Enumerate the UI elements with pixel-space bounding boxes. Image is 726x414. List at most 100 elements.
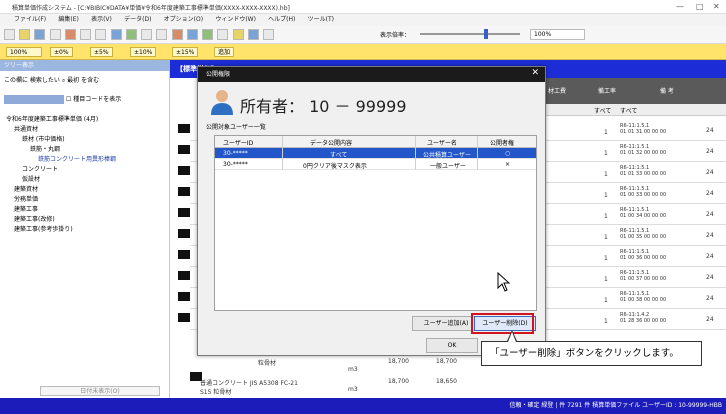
row-number: 24 bbox=[706, 295, 714, 302]
filter-icon[interactable] bbox=[232, 29, 244, 40]
grid-icon[interactable] bbox=[186, 29, 198, 40]
rate-chip-5[interactable]: ±5% bbox=[90, 47, 113, 57]
filter-row: すべて すべて bbox=[540, 104, 726, 116]
row-number: 24 bbox=[706, 169, 714, 176]
col-user-name[interactable]: ユーザー名 bbox=[427, 138, 457, 147]
row-note-date: 01 00 38 00 00 00 bbox=[620, 297, 667, 303]
menu-data[interactable]: データ(D) bbox=[124, 14, 151, 26]
row-note-cell: R6-11:1.5.1 01 00 34 00 00 00 bbox=[620, 207, 700, 219]
new-file-icon[interactable] bbox=[4, 29, 15, 40]
minimize-button[interactable]: — bbox=[676, 2, 684, 11]
row-note-cell: R6-11:1.5.1 01 01 33 00 00 00 bbox=[620, 165, 700, 177]
tree-panel-header: ツリー表示 bbox=[0, 60, 170, 71]
row-note-date: 01 01 32 00 00 00 bbox=[620, 150, 667, 156]
tree-search-button[interactable]: 最初 bbox=[67, 77, 79, 84]
save-icon[interactable] bbox=[34, 29, 46, 40]
menu-options[interactable]: オプション(O) bbox=[164, 14, 203, 26]
add-user-button[interactable]: ユーザー追加(A) bbox=[412, 316, 480, 331]
mouse-cursor-icon bbox=[497, 272, 511, 292]
tree-item[interactable]: 建築工事(改修) bbox=[6, 215, 116, 225]
tree-search-mode[interactable]: を含む bbox=[81, 77, 99, 84]
menu-tools[interactable]: ツール(T) bbox=[308, 14, 334, 26]
owner-label: 所有者： 10 － 99999 bbox=[240, 97, 407, 116]
menu-help[interactable]: ヘルプ(H) bbox=[268, 14, 295, 26]
tree-toolbar-icons[interactable] bbox=[4, 95, 64, 104]
rate-chip-0[interactable]: ±0% bbox=[50, 47, 73, 57]
settings-icon[interactable] bbox=[262, 29, 274, 40]
export-icon[interactable] bbox=[247, 29, 259, 40]
tree-item[interactable]: コンクリート bbox=[6, 165, 116, 175]
tree-view: 令和6年度建築工事標準単価 (4月) 共通資材 鉄材 (市中価格) 鉄筋・丸鋼 … bbox=[6, 115, 116, 235]
row-count: 1 bbox=[604, 213, 608, 220]
tree-item[interactable]: 労務単価 bbox=[6, 195, 116, 205]
print-icon[interactable] bbox=[49, 29, 61, 40]
col-perm[interactable]: 公開者権 bbox=[490, 138, 514, 147]
row-note-cell: R6-11:1.5.1 01 01 32 00 00 00 bbox=[620, 144, 700, 156]
tree-item[interactable]: 鉄材 (市中価格) bbox=[6, 135, 116, 145]
tree-item[interactable]: 建築資材 bbox=[6, 185, 116, 195]
user-row[interactable]: 30-***** 0円クリア後マスク表示 一般ユーザー × bbox=[215, 159, 536, 170]
ok-button[interactable]: OK bbox=[426, 338, 478, 353]
insert-row-icon[interactable] bbox=[141, 29, 153, 40]
copy-icon[interactable] bbox=[80, 29, 92, 40]
row-number: 24 bbox=[706, 316, 714, 323]
cut-icon[interactable] bbox=[64, 29, 76, 40]
col-header-material[interactable]: 材工費 bbox=[548, 86, 566, 95]
tree-search-input[interactable]: この欄に 検索したい bbox=[4, 77, 60, 84]
row-count: 1 bbox=[604, 276, 608, 283]
user-row-selected[interactable]: 30-***** すべて 公共積算ユーザー ○ bbox=[215, 148, 536, 159]
tree-item[interactable]: 仮設材 bbox=[6, 175, 116, 185]
tree-item[interactable]: 建築工事 bbox=[6, 205, 116, 215]
col-header-note[interactable]: 備 考 bbox=[660, 86, 674, 95]
zoom-slider-track[interactable] bbox=[420, 33, 520, 35]
row-note-cell: R6-11:1.5.1 01 00 36 00 00 00 bbox=[620, 249, 700, 261]
row-marker bbox=[178, 187, 190, 196]
row-number: 24 bbox=[706, 274, 714, 281]
row-note-date: 01 01 33 00 00 00 bbox=[620, 171, 667, 177]
tree-item[interactable]: 建築工事(参考歩掛り) bbox=[6, 225, 116, 235]
col-user-id[interactable]: ユーザーID bbox=[223, 138, 253, 147]
checkbox-icon[interactable]: ☐ bbox=[66, 96, 71, 103]
toolbar: 表示倍率： 100% bbox=[0, 26, 726, 44]
undo-icon[interactable] bbox=[110, 29, 122, 40]
user-icon bbox=[211, 90, 233, 115]
close-icon[interactable]: ✕ bbox=[531, 68, 539, 78]
zoom-select[interactable]: 100% bbox=[530, 29, 585, 40]
grid-divider bbox=[282, 136, 283, 170]
menu-edit[interactable]: 編集(E) bbox=[58, 14, 78, 26]
rate-chip-15[interactable]: ±15% bbox=[172, 47, 199, 57]
tree-item-selected[interactable]: 鉄筋コンクリート用異形棒鋼 bbox=[6, 155, 116, 165]
close-window-button[interactable]: ✕ bbox=[713, 2, 720, 11]
tree-item[interactable]: 鉄筋・丸鋼 bbox=[6, 145, 116, 155]
rate-add-chip[interactable]: 追加 bbox=[214, 47, 235, 57]
calc-icon[interactable] bbox=[202, 29, 214, 40]
delete-row-icon[interactable] bbox=[156, 29, 168, 40]
row-marker bbox=[178, 292, 190, 301]
tree-root[interactable]: 令和6年度建築工事標準単価 (4月) bbox=[6, 115, 116, 125]
filter-note[interactable]: すべて bbox=[620, 106, 637, 115]
status-text: 信頼・確定 緑登 | 件 7291 件 積算単価ファイル ユーザーID : 10… bbox=[509, 402, 722, 409]
row-count: 1 bbox=[604, 297, 608, 304]
search-icon[interactable] bbox=[217, 29, 229, 40]
date-display-button[interactable]: 日付未表示(O) bbox=[40, 386, 160, 396]
rate-select[interactable]: 100% bbox=[6, 47, 42, 57]
instruction-callout: 「ユーザー削除」ボタンをクリックします。 bbox=[481, 341, 702, 366]
row-count: 1 bbox=[604, 129, 608, 136]
col-header-rate[interactable]: 備工率 bbox=[598, 86, 616, 95]
tree-panel: ツリー表示 この欄に 検索したい ⌕ 最初 を含む ☐ 種目コードを表示 令和6… bbox=[0, 60, 170, 398]
row-note-date: 01 00 35 00 00 00 bbox=[620, 234, 667, 240]
redo-icon[interactable] bbox=[125, 29, 137, 40]
menu-file[interactable]: ファイル(F) bbox=[14, 14, 46, 26]
bottom-row-name: 普通コンクリート JIS A5308 FC-21 S15 粒骨材 bbox=[200, 380, 298, 396]
tree-item[interactable]: 共通資材 bbox=[6, 125, 116, 135]
menu-window[interactable]: ウィンドウ(W) bbox=[215, 14, 256, 26]
paste-icon[interactable] bbox=[95, 29, 107, 40]
maximize-button[interactable]: □ bbox=[696, 2, 704, 11]
mark-icon[interactable] bbox=[171, 29, 183, 40]
zoom-slider-thumb[interactable] bbox=[484, 29, 488, 39]
col-content[interactable]: データ公開内容 bbox=[310, 138, 352, 147]
menu-view[interactable]: 表示(V) bbox=[91, 14, 112, 26]
open-folder-icon[interactable] bbox=[19, 29, 31, 40]
filter-rate[interactable]: すべて bbox=[594, 106, 611, 115]
rate-chip-10[interactable]: ±10% bbox=[130, 47, 157, 57]
